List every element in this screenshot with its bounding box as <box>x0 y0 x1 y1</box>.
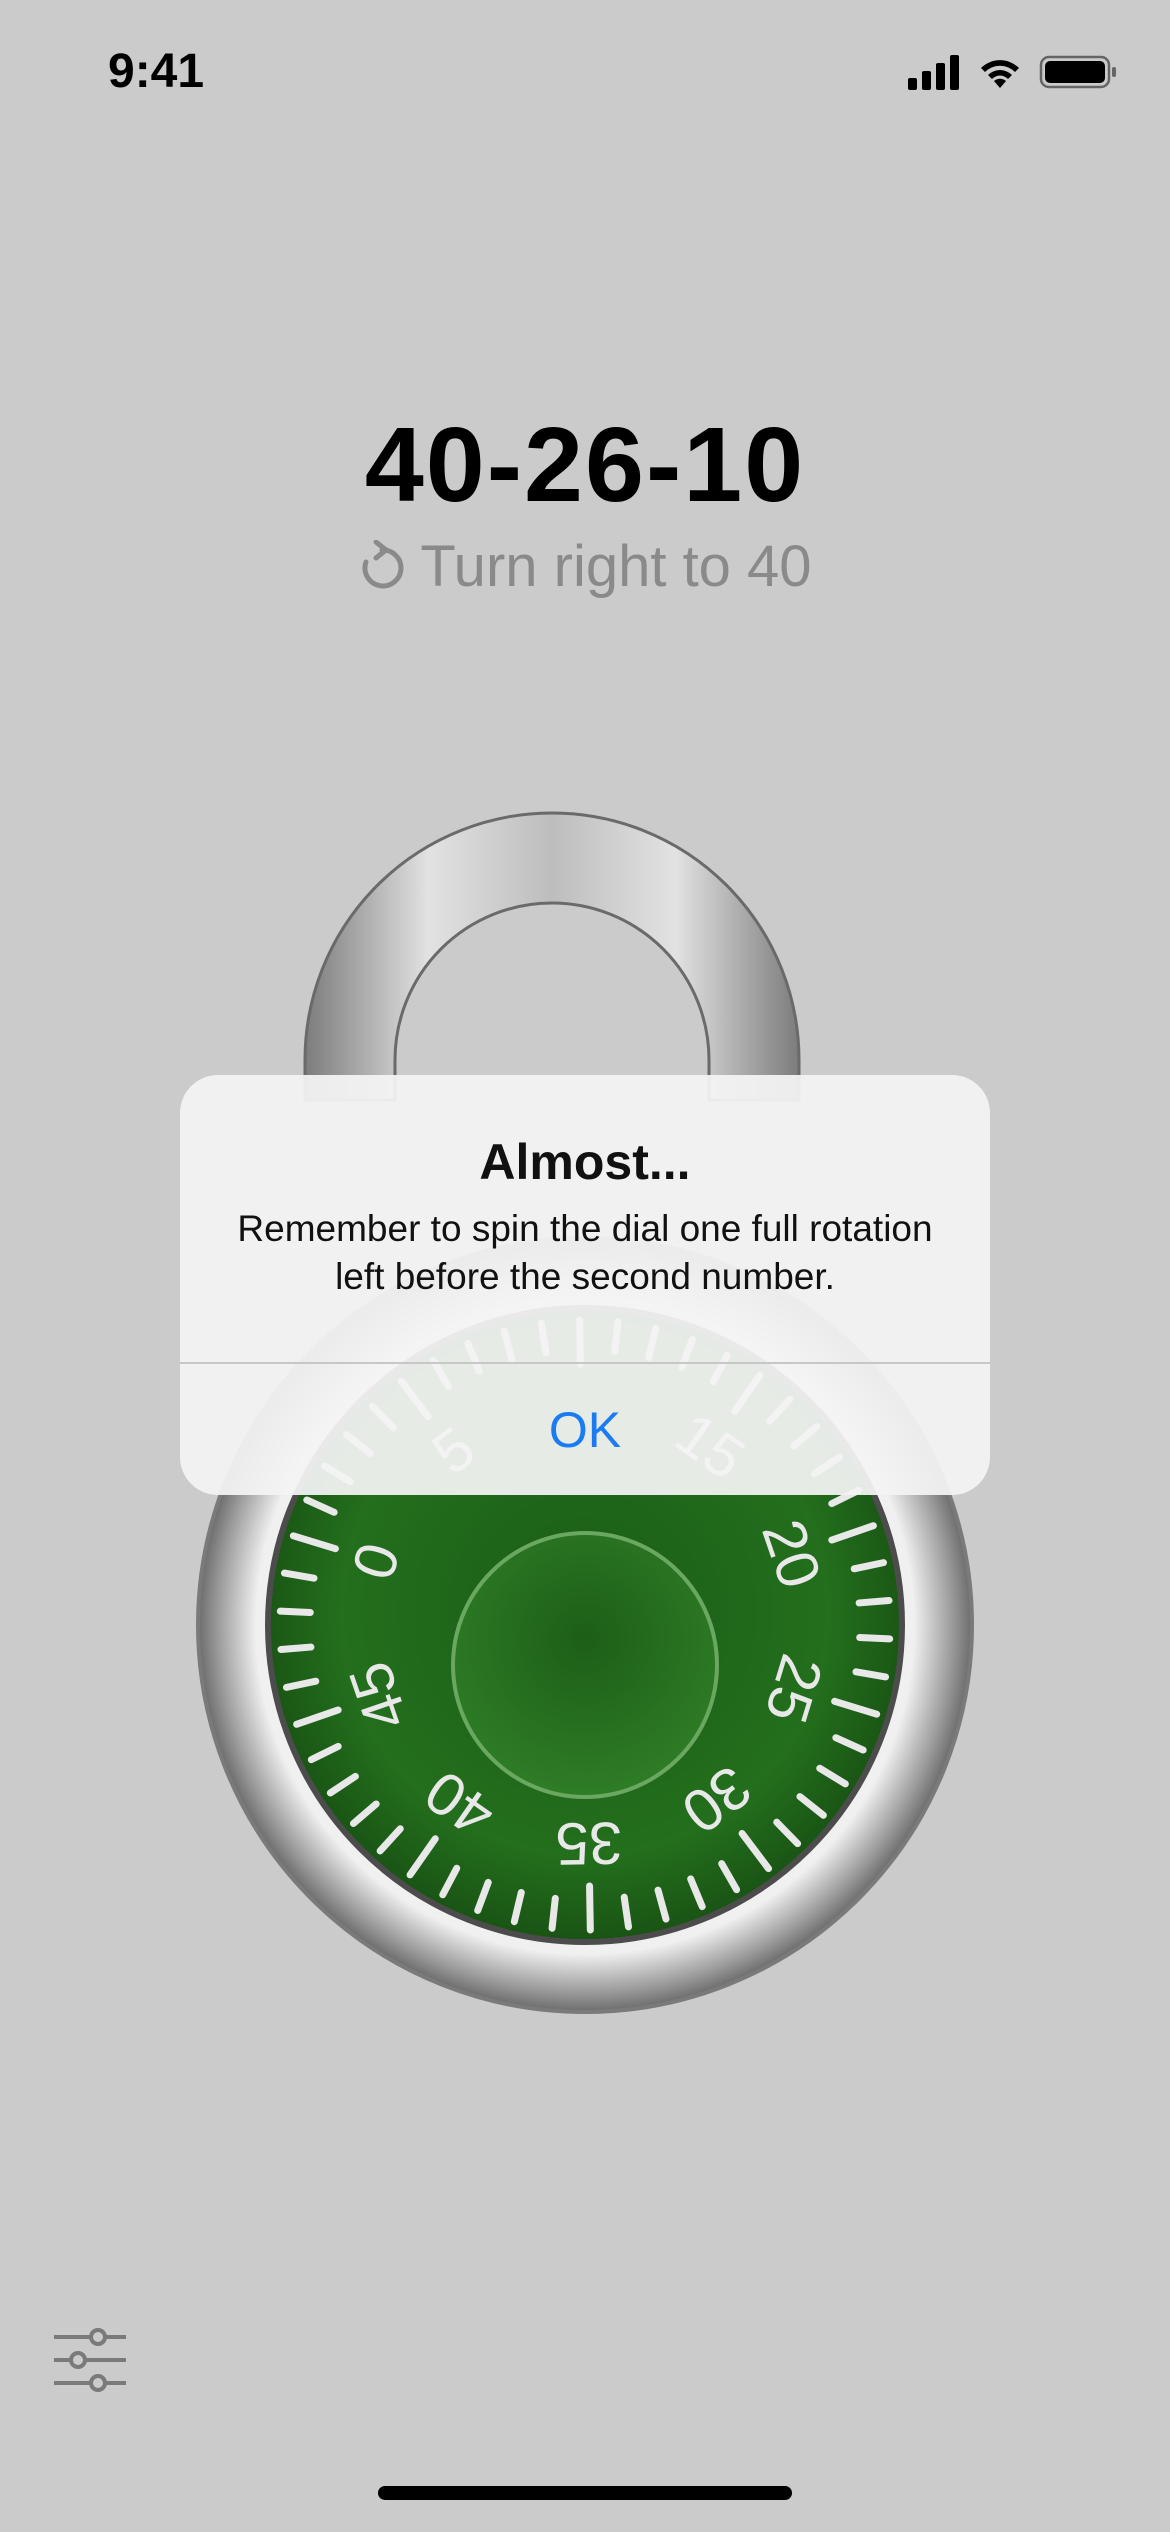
dial-tick <box>548 1894 559 1932</box>
alert-ok-button[interactable]: OK <box>180 1364 990 1495</box>
home-indicator <box>378 2486 792 2500</box>
wifi-icon <box>981 60 1019 88</box>
instruction: Turn right to 40 <box>0 533 1170 608</box>
alert-dialog: Almost... Remember to spin the dial one … <box>180 1075 990 1495</box>
dial-knob <box>451 1531 719 1799</box>
status-time: 9:41 <box>108 45 205 98</box>
alert-title: Almost... <box>479 1134 691 1190</box>
alert-message: Remember to spin the dial one full rotat… <box>237 1208 933 1297</box>
shackle <box>303 811 801 1102</box>
sliders-icon[interactable] <box>50 2325 130 2395</box>
dial-tick <box>620 1893 633 1931</box>
cellular-signal-icon <box>908 55 959 90</box>
dial-tick <box>855 1597 893 1607</box>
instruction-text: Turn right to 40 <box>420 534 812 599</box>
battery-icon <box>1039 55 1116 89</box>
status-bar: 9:41 <box>0 0 1170 150</box>
dial-number: 35 <box>555 1809 623 1877</box>
dial-tick <box>276 1607 314 1617</box>
dial-tick <box>586 1882 594 1934</box>
status-icons <box>908 55 1116 90</box>
dial-tick <box>277 1643 315 1653</box>
dial-tick <box>856 1633 894 1643</box>
rotate-clockwise-icon <box>362 539 404 588</box>
combination-title: 40-26-10 <box>364 406 806 524</box>
